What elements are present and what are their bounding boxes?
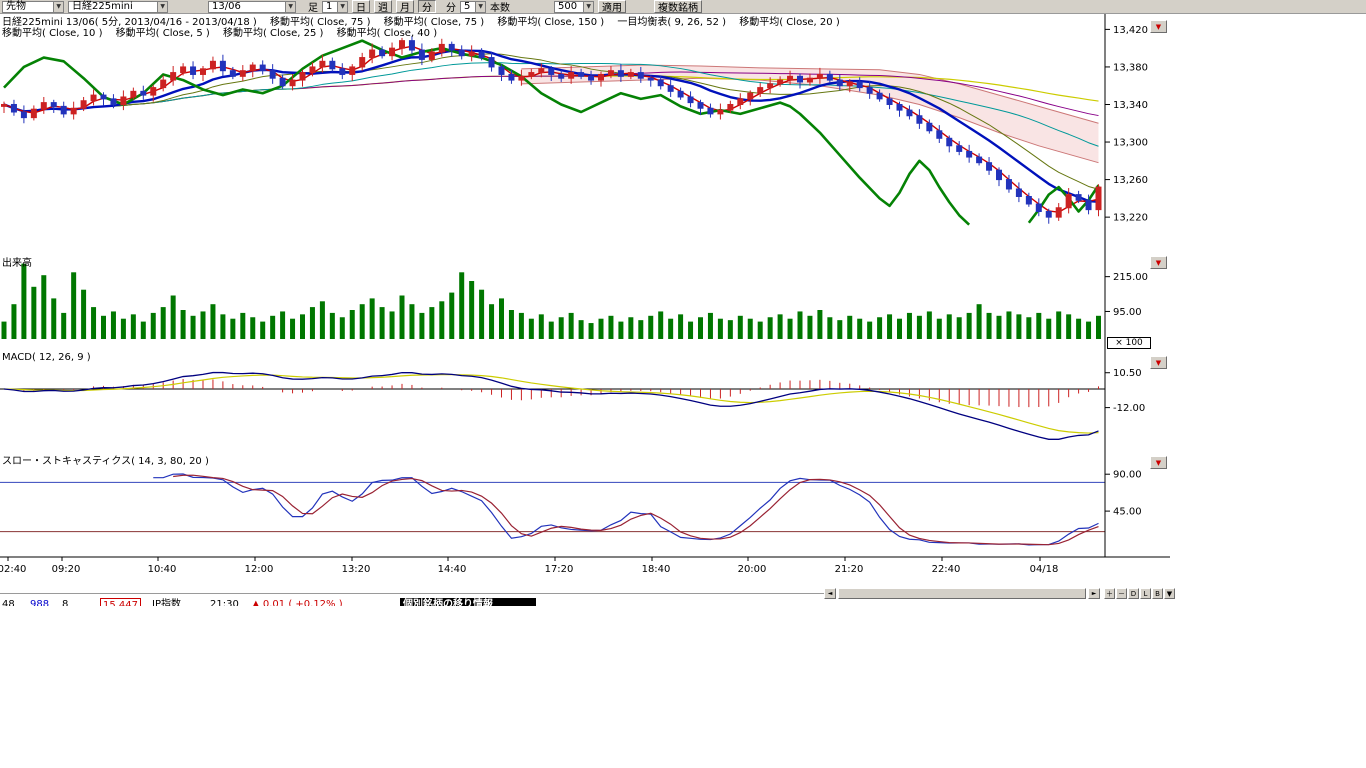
status-value-1: 48	[2, 598, 15, 606]
time-axis-label: 22:40	[932, 564, 961, 575]
chart-application-window: 先物 ▼ 日経225mini ▼ 13/06 ▼ 足 1 ▼ 日 週 月 分 分…	[0, 0, 1366, 768]
macd-axis-label: 10.50	[1113, 368, 1142, 379]
dropdown-arrow-icon: ▼	[1156, 359, 1161, 367]
time-axis-label: 20:00	[738, 564, 767, 575]
chart-title-line2: 移動平均( Close, 10 ) 移動平均( Close, 5 ) 移動平均(…	[2, 24, 437, 39]
status-quote-price: 15,447	[100, 598, 141, 606]
status-strip: 48 988 8 15,447 JP指数 21:30 ▲ 0.01 ( +0.1…	[0, 598, 1366, 606]
macd-panel-menu-button[interactable]: ▼	[1150, 356, 1167, 369]
volume-panel-menu-button[interactable]: ▼	[1150, 256, 1167, 269]
price-axis-label: 13,260	[1113, 175, 1148, 186]
time-axis-label: 12:00	[245, 564, 274, 575]
chart-canvas[interactable]: 13,420 13,380 13,340 13,300 13,260 13,220 215.…	[0, 0, 1190, 600]
volume-scale-badge: × 100	[1107, 337, 1151, 349]
status-value-2: 988	[30, 598, 49, 606]
status-quote-time: 21:30	[210, 598, 239, 606]
time-axis-label: 04/18	[1030, 564, 1059, 575]
time-axis-label: 02:40	[0, 564, 26, 575]
stochastics-axis-label: 45.00	[1113, 507, 1142, 518]
price-axis-label: 13,380	[1113, 62, 1148, 73]
price-axis-label: 13,420	[1113, 25, 1148, 36]
time-axis-label: 17:20	[545, 564, 574, 575]
volume-axis-label: 95.00	[1113, 307, 1142, 318]
status-value-3: 8	[62, 598, 68, 606]
time-axis-label: 13:20	[342, 564, 371, 575]
macd-panel-label: MACD( 12, 26, 9 )	[2, 352, 91, 363]
time-axis-label: 09:20	[52, 564, 81, 575]
price-panel-menu-button[interactable]: ▼	[1150, 20, 1167, 33]
macd-axis-label: -12.00	[1113, 403, 1145, 414]
dropdown-arrow-icon: ▼	[1156, 459, 1161, 467]
time-axis-label: 18:40	[642, 564, 671, 575]
status-banner: 個別銘柄の移り情報	[400, 598, 536, 606]
scrollbar-track[interactable]	[0, 593, 824, 594]
status-quote-change: ▲ 0.01 ( +0.12% )	[252, 598, 343, 606]
stochastics-axis-label: 90.00	[1113, 470, 1142, 481]
time-axis-label: 10:40	[148, 564, 177, 575]
price-axis-label: 13,300	[1113, 138, 1148, 149]
dropdown-arrow-icon: ▼	[1156, 259, 1161, 267]
stochastics-panel-label: スロー・ストキャスティクス( 14, 3, 80, 20 )	[2, 452, 209, 467]
volume-panel-label: 出来高	[2, 254, 32, 269]
stochastics-panel-menu-button[interactable]: ▼	[1150, 456, 1167, 469]
price-axis-label: 13,220	[1113, 213, 1148, 224]
status-quote-name: JP指数	[152, 598, 181, 606]
price-axis-label: 13,340	[1113, 100, 1148, 111]
time-axis-label: 14:40	[438, 564, 467, 575]
time-axis-label: 21:20	[835, 564, 864, 575]
volume-axis-label: 215.00	[1113, 272, 1148, 283]
dropdown-arrow-icon: ▼	[1156, 23, 1161, 31]
